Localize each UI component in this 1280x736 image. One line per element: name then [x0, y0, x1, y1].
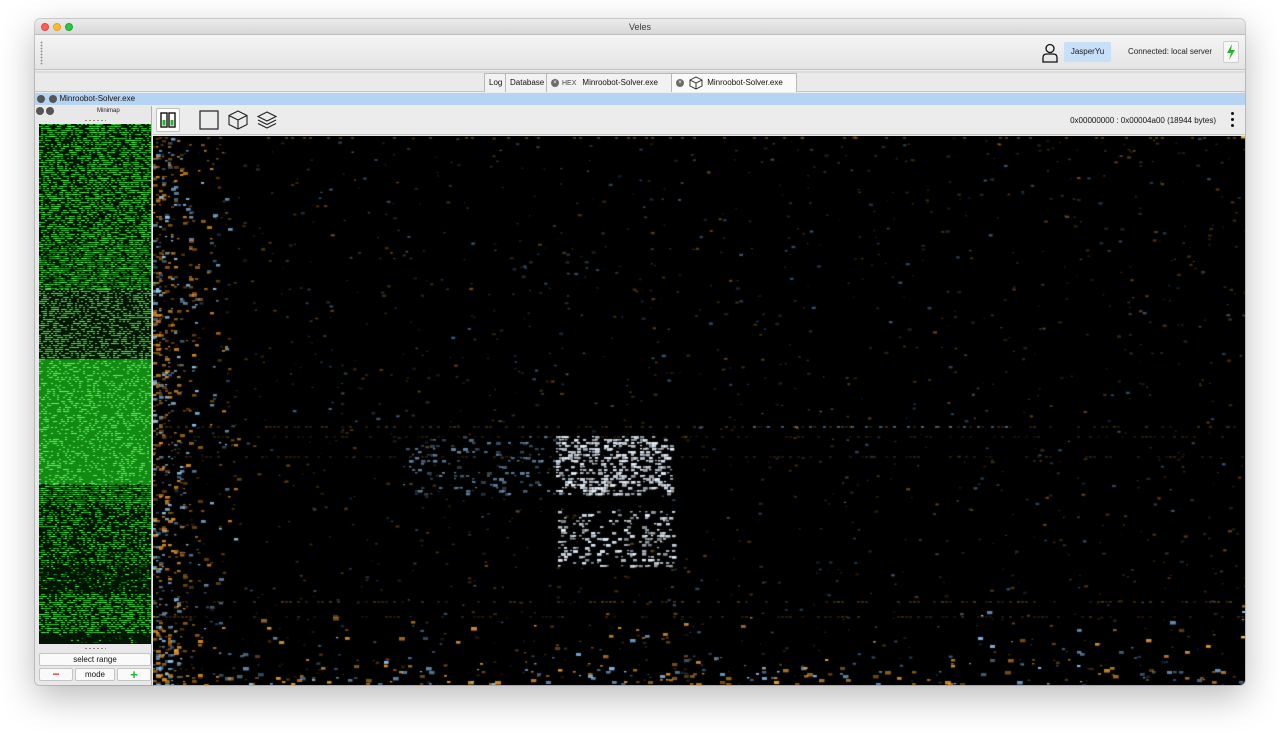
mode-button[interactable]: mode [75, 668, 115, 681]
title-bar: Veles [35, 19, 1245, 35]
layered-view-button[interactable] [255, 108, 279, 132]
tab-log[interactable]: Log [484, 73, 506, 92]
tab-hex-view[interactable]: × HEX Minroobot-Solver.exe [546, 73, 672, 92]
close-window-button[interactable] [41, 23, 49, 31]
minimize-window-button[interactable] [53, 23, 61, 31]
address-range: 0x00000000 : 0x00004a00 (18944 bytes) [1070, 116, 1216, 125]
panels-toggle-icon [160, 112, 176, 128]
3d-view-button[interactable] [226, 108, 250, 132]
select-range-button[interactable]: select range [39, 653, 151, 666]
layers-icon [257, 111, 277, 129]
float-icon[interactable] [46, 107, 54, 115]
cube-icon [228, 110, 248, 130]
close-icon[interactable]: × [676, 78, 684, 87]
close-icon[interactable]: × [551, 78, 559, 87]
tab-visualization[interactable]: × Minroobot-Solver.exe [671, 73, 797, 92]
more-options-icon[interactable] [1231, 112, 1235, 129]
plus-button[interactable]: + [117, 668, 151, 681]
toolbar-grip[interactable] [40, 41, 43, 65]
tab-database[interactable]: Database [505, 73, 547, 92]
visualization-toolbar: 0x00000000 : 0x00004a00 (18944 bytes) [153, 106, 1245, 135]
gear-icon[interactable] [49, 94, 58, 103]
minimap-bottom-handle[interactable] [84, 647, 106, 650]
minimap-header: Minimap [35, 106, 152, 116]
tab-visualization-label: Minroobot-Solver.exe [707, 78, 783, 87]
square-icon [199, 110, 219, 130]
close-file-icon[interactable] [37, 94, 45, 103]
tab-hex-prefix: HEX [562, 80, 577, 87]
tab-database-label: Database [510, 78, 545, 87]
window-title: Veles [628, 22, 652, 32]
minimap-canvas[interactable] [39, 124, 151, 644]
file-name: Minroobot-Solver.exe [59, 94, 136, 103]
2d-view-button[interactable] [197, 108, 221, 132]
main-toolbar: JasperYu Connected: local server [35, 35, 1245, 70]
close-icon[interactable] [36, 107, 44, 115]
app-window: Veles JasperYu Connected: local server L… [35, 19, 1245, 685]
zoom-window-button[interactable] [65, 23, 73, 31]
tab-hex-label: Minroobot-Solver.exe [582, 78, 658, 87]
user-button[interactable]: JasperYu [1064, 42, 1111, 62]
cube-icon [689, 76, 703, 90]
digram-visualization[interactable] [153, 136, 1245, 685]
connection-button[interactable] [1223, 41, 1239, 63]
minus-button[interactable]: − [39, 668, 73, 681]
file-header: Minroobot-Solver.exe [35, 93, 1245, 105]
tab-log-label: Log [489, 78, 503, 87]
panels-toggle-button[interactable] [156, 108, 180, 132]
lightning-bolt-icon [1227, 44, 1235, 60]
minimap-title: Minimap [97, 108, 120, 114]
minimap-panel: Minimap select range − mode + [35, 106, 152, 685]
person-icon [1041, 43, 1059, 63]
minimap-top-handle[interactable] [84, 119, 106, 122]
connection-status: Connected: local server [1128, 47, 1213, 56]
tab-bar: Log Database × HEX Minroobot-Solver.exe × … [35, 73, 1245, 92]
